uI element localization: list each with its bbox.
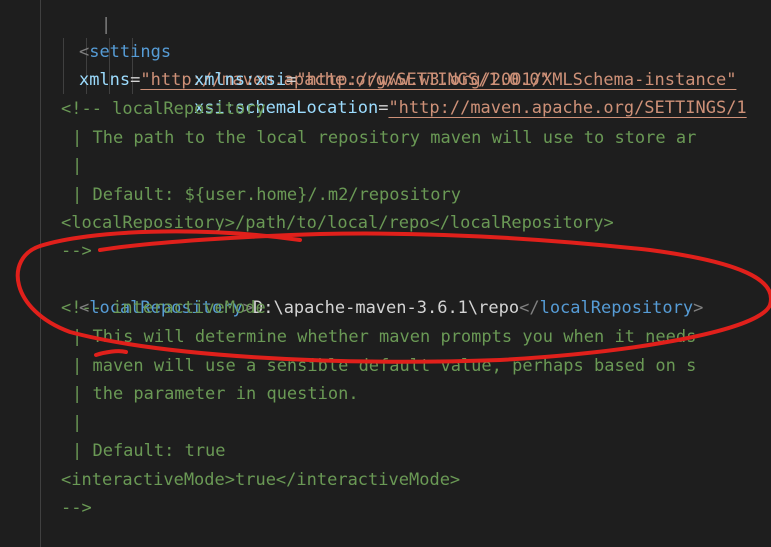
comment-close: --> bbox=[61, 241, 92, 261]
comment-line: | The path to the local repository maven… bbox=[72, 128, 697, 148]
comment-line: | Default: true bbox=[72, 441, 226, 461]
code-editor[interactable]: | <settings xmlns="http://maven.apache.o… bbox=[0, 0, 771, 547]
comment-line: <interactiveMode>true</interactiveMode> bbox=[61, 470, 461, 490]
code-line-schema-location: xsi:schemaLocation="http://maven.apache.… bbox=[193, 98, 747, 118]
comment-line: | the parameter in question. bbox=[72, 384, 359, 404]
local-repository-close-tag: localRepository bbox=[539, 298, 694, 318]
comment-line: | This will determine whether maven prom… bbox=[72, 327, 697, 347]
comment-line: | bbox=[72, 413, 83, 433]
comment-line: | maven will use a sensible default valu… bbox=[72, 356, 697, 376]
comment-close: --> bbox=[61, 498, 92, 518]
comment-line: | Default: ${user.home}/.m2/repository bbox=[72, 185, 461, 205]
comment-open: <!-- interactiveMode bbox=[61, 298, 266, 318]
schema-location-value: "http://maven.apache.org/SETTINGS/1 bbox=[388, 98, 747, 118]
code-line-xsi: xmlns:xsi="http://www.w3.org/2001/XMLSch… bbox=[193, 70, 737, 90]
xmlns-attr: xmlns bbox=[78, 70, 131, 90]
comment-line: | bbox=[72, 156, 83, 176]
local-repository-value[interactable]: D:\apache-maven-3.6.1\repo bbox=[253, 298, 519, 318]
code-line-local-repository[interactable]: <localRepository>D:\apache-maven-3.6.1\r… bbox=[38, 266, 703, 318]
comment-open: <!-- localRepository bbox=[61, 99, 266, 119]
comment-line: <localRepository>/path/to/local/repo</lo… bbox=[61, 213, 614, 233]
code-line-settings-open: <settings xmlns="http://maven.apache.org… bbox=[78, 42, 550, 90]
